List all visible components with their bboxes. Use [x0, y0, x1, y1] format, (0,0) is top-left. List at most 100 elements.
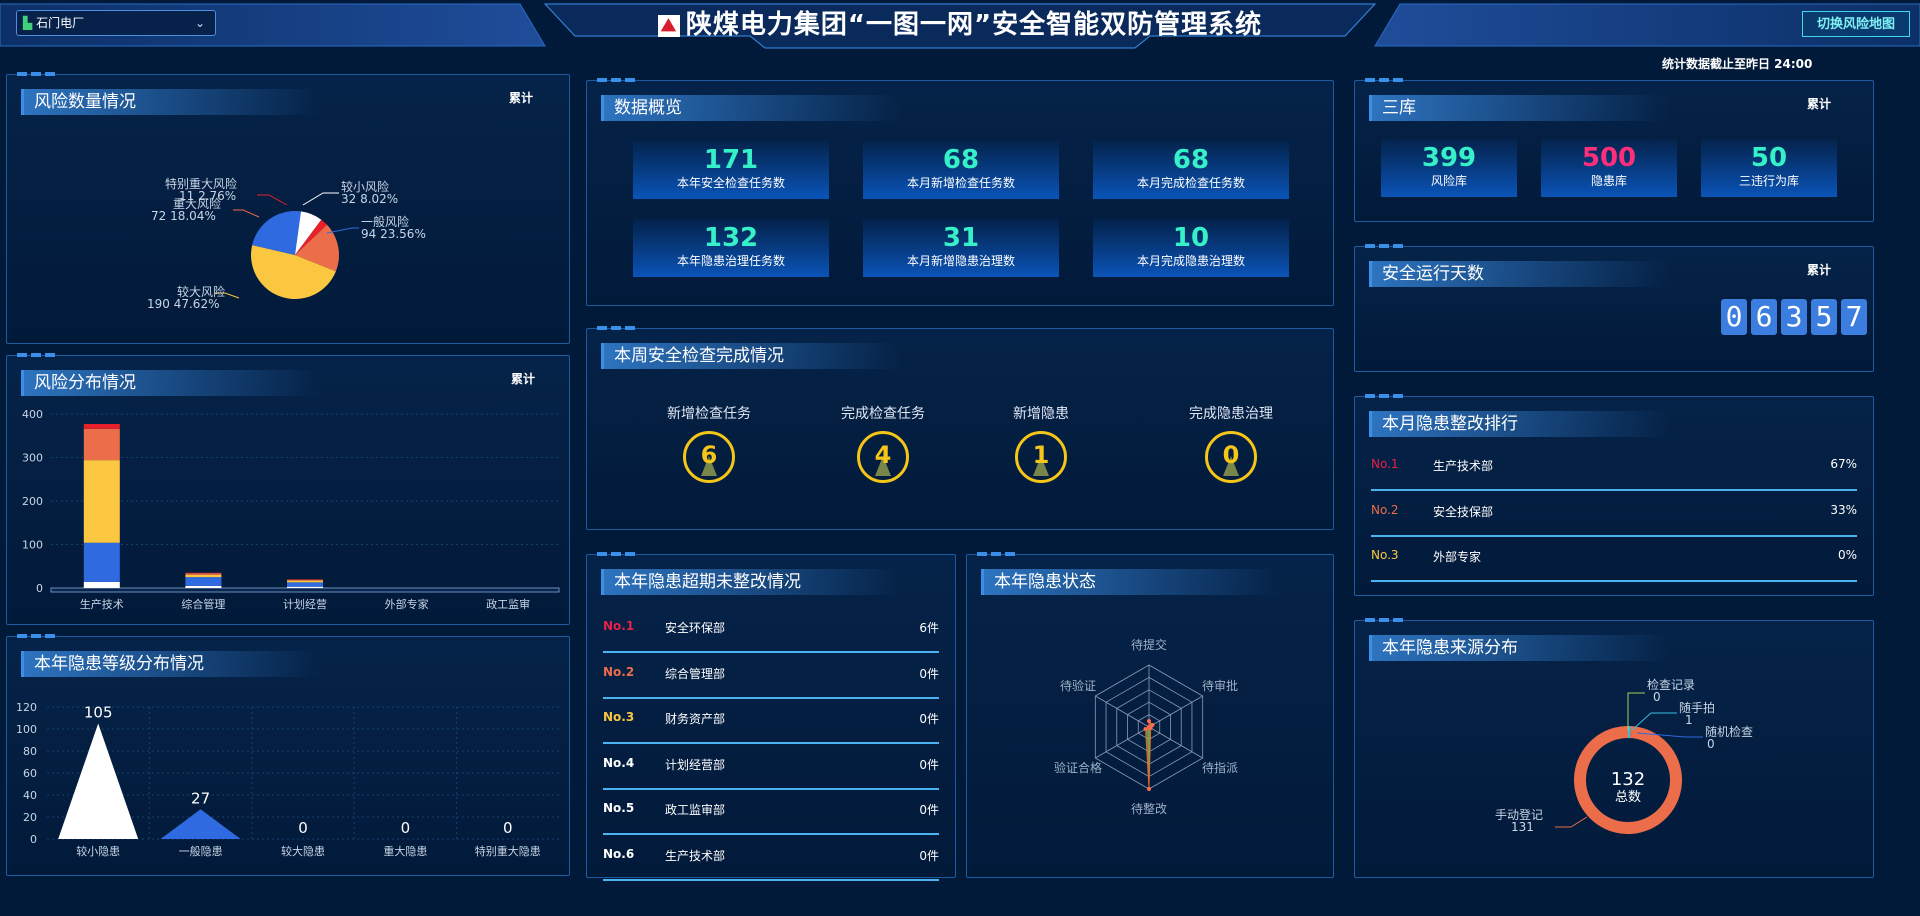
- weekly-value: 6: [700, 441, 718, 469]
- rank-row[interactable]: No.1 生产技术部 67%: [1371, 445, 1857, 491]
- dept-name: 计划经营部: [665, 757, 726, 772]
- label-manual-value: 131: [1511, 820, 1534, 834]
- stat-label: 本月完成检查任务数: [1136, 176, 1245, 190]
- overdue-row[interactable]: No.5 政工监审部 0件: [603, 789, 939, 835]
- weekly-value: 4: [874, 441, 892, 469]
- overview-stat: 171 本年安全检查任务数: [633, 141, 829, 199]
- count: 0件: [919, 712, 939, 726]
- percent: 33%: [1830, 502, 1857, 517]
- lib-stat: 50 三违行为库: [1701, 139, 1837, 197]
- bar-segment: [83, 460, 120, 543]
- radar-axis: [1095, 695, 1150, 728]
- x-tick-label: 生产技术: [80, 597, 124, 611]
- overdue-row[interactable]: No.4 计划经营部 0件: [603, 744, 939, 790]
- rank-label: No.4: [603, 755, 635, 770]
- rectify-rank-panel: 本月隐患整改排行 No.1 生产技术部 67% No.2 安全技保部 33% No.3 外部专…: [1354, 394, 1874, 596]
- lib-value: 399: [1421, 143, 1477, 173]
- rank-label: No.2: [603, 664, 635, 679]
- stat-value: 68: [942, 145, 980, 175]
- lib-stat: 399 风险库: [1381, 139, 1517, 197]
- three-libs-panel: 三库 累计 399 风险库 500 隐患库 50 三违行为库: [1354, 78, 1874, 222]
- y-tick-label: 20: [23, 811, 37, 824]
- switch-map-button[interactable]: 切换风险地图: [1802, 11, 1910, 37]
- y-tick-label: 100: [16, 723, 37, 736]
- label-random-value: 0: [1707, 737, 1715, 751]
- risk-count-panel: 风险数量情况 累计 较大风险 190 47.62% 一般风险 94 23.56%…: [6, 72, 570, 344]
- bar-segment: [185, 577, 222, 586]
- radar-axis: [1148, 695, 1203, 728]
- overdue-row[interactable]: No.1 安全环保部 6件: [603, 607, 939, 653]
- weekly-label: 新增隐患: [1013, 406, 1069, 422]
- rank-label: No.6: [603, 846, 635, 861]
- dept-name: 安全技保部: [1433, 504, 1494, 519]
- rank-label: No.2: [1371, 502, 1399, 517]
- count: 0件: [919, 666, 939, 681]
- label-check-value: 0: [1653, 690, 1661, 704]
- overdue-row[interactable]: No.6 生产技术部 0件: [603, 835, 939, 881]
- label-large-value: 190 47.62%: [147, 297, 219, 311]
- bar-value-label: 0: [401, 819, 411, 837]
- plant-select-value: 石门电厂: [36, 16, 85, 30]
- safe-days-digit: 3: [1781, 299, 1807, 335]
- x-tick-label: 较小隐患: [76, 844, 120, 858]
- bar-value-label: 27: [191, 789, 210, 807]
- y-tick-label: 300: [22, 452, 43, 465]
- risk-pie-chart: 较大风险 190 47.62% 一般风险 94 23.56% 较小风险 32 8…: [147, 176, 426, 311]
- plant-select[interactable]: ▙ 石门电厂 ⌄: [16, 10, 216, 36]
- count: 0件: [919, 848, 939, 863]
- bar-value-label: 105: [84, 704, 113, 722]
- donut-total: 132: [1611, 769, 1645, 790]
- weekly-ring: 4: [857, 431, 909, 483]
- lib-label: 三违行为库: [1738, 174, 1799, 188]
- hazard-status-panel: 本年隐患状态 待提交 待审批 待指派 待整改 验证合格 待验证: [966, 552, 1334, 878]
- weekly-label: 完成检查任务: [841, 406, 925, 422]
- x-tick-label: 外部专家: [385, 597, 429, 611]
- bar-segment: [287, 586, 323, 588]
- label-snap-value: 1: [1685, 713, 1693, 727]
- radar-axis: [1148, 726, 1203, 759]
- safe-days-digit: 0: [1721, 299, 1747, 335]
- bar-triangle: [58, 723, 139, 839]
- x-tick-label: 较大隐患: [281, 844, 325, 858]
- hazard-level-chart: 0 20 40 60 80 100 120 105 较小隐患 27 一般隐患 0 较大隐患 0 重大隐患 0 特…: [16, 701, 559, 858]
- three-libs-title: 三库: [1369, 95, 1669, 121]
- rank-row[interactable]: No.2 安全技保部 33%: [1371, 491, 1857, 537]
- safe-days-digit: 7: [1841, 299, 1867, 335]
- leader-line-check: [1627, 692, 1645, 731]
- radar-point: [1147, 725, 1151, 729]
- overdue-row[interactable]: No.2 综合管理部 0件: [603, 653, 939, 699]
- x-axis: [50, 587, 560, 593]
- x-tick-label: 重大隐患: [383, 844, 427, 858]
- building-icon: ▙: [23, 16, 33, 30]
- three-libs-tag: 累计: [1807, 97, 1832, 111]
- radar-axis-label: 待提交: [1131, 637, 1167, 652]
- rank-row[interactable]: No.3 外部专家 0%: [1371, 536, 1857, 582]
- x-tick-label: 特别重大隐患: [475, 844, 541, 858]
- bar-value-label: 0: [298, 819, 308, 837]
- count: 0件: [919, 757, 939, 772]
- y-tick-label: 60: [23, 767, 37, 780]
- label-small-value: 32 8.02%: [341, 192, 398, 206]
- safe-days-panel: 安全运行天数 累计 0 6 3 5 7: [1354, 244, 1874, 372]
- bar-segment: [83, 581, 120, 588]
- lib-stat: 500 隐患库: [1541, 139, 1677, 197]
- overview-stat: 68 本月新增检查任务数: [863, 141, 1059, 199]
- y-tick-label: 400: [22, 408, 43, 421]
- percent: 0%: [1837, 548, 1857, 562]
- weekly-ring: 0: [1205, 431, 1257, 483]
- dept-name: 生产技术部: [1433, 459, 1494, 473]
- leader-line-extreme: [257, 194, 288, 206]
- count: 0件: [919, 803, 939, 817]
- stat-value: 171: [703, 145, 759, 175]
- rank-label: No.3: [1371, 548, 1399, 562]
- x-tick-label: 计划经营: [283, 597, 327, 611]
- radar-axis-label: 待指派: [1202, 760, 1238, 775]
- safe-days-digit: 5: [1811, 299, 1837, 335]
- y-tick-label: 0: [36, 582, 43, 595]
- weekly-label: 新增检查任务: [667, 406, 751, 422]
- overdue-row[interactable]: No.3 财务资产部 0件: [603, 698, 939, 744]
- leader-line-small: [302, 192, 339, 206]
- radar-axis: [1095, 726, 1150, 759]
- percent: 67%: [1830, 457, 1857, 471]
- stat-label: 本月新增隐患治理数: [906, 254, 1015, 268]
